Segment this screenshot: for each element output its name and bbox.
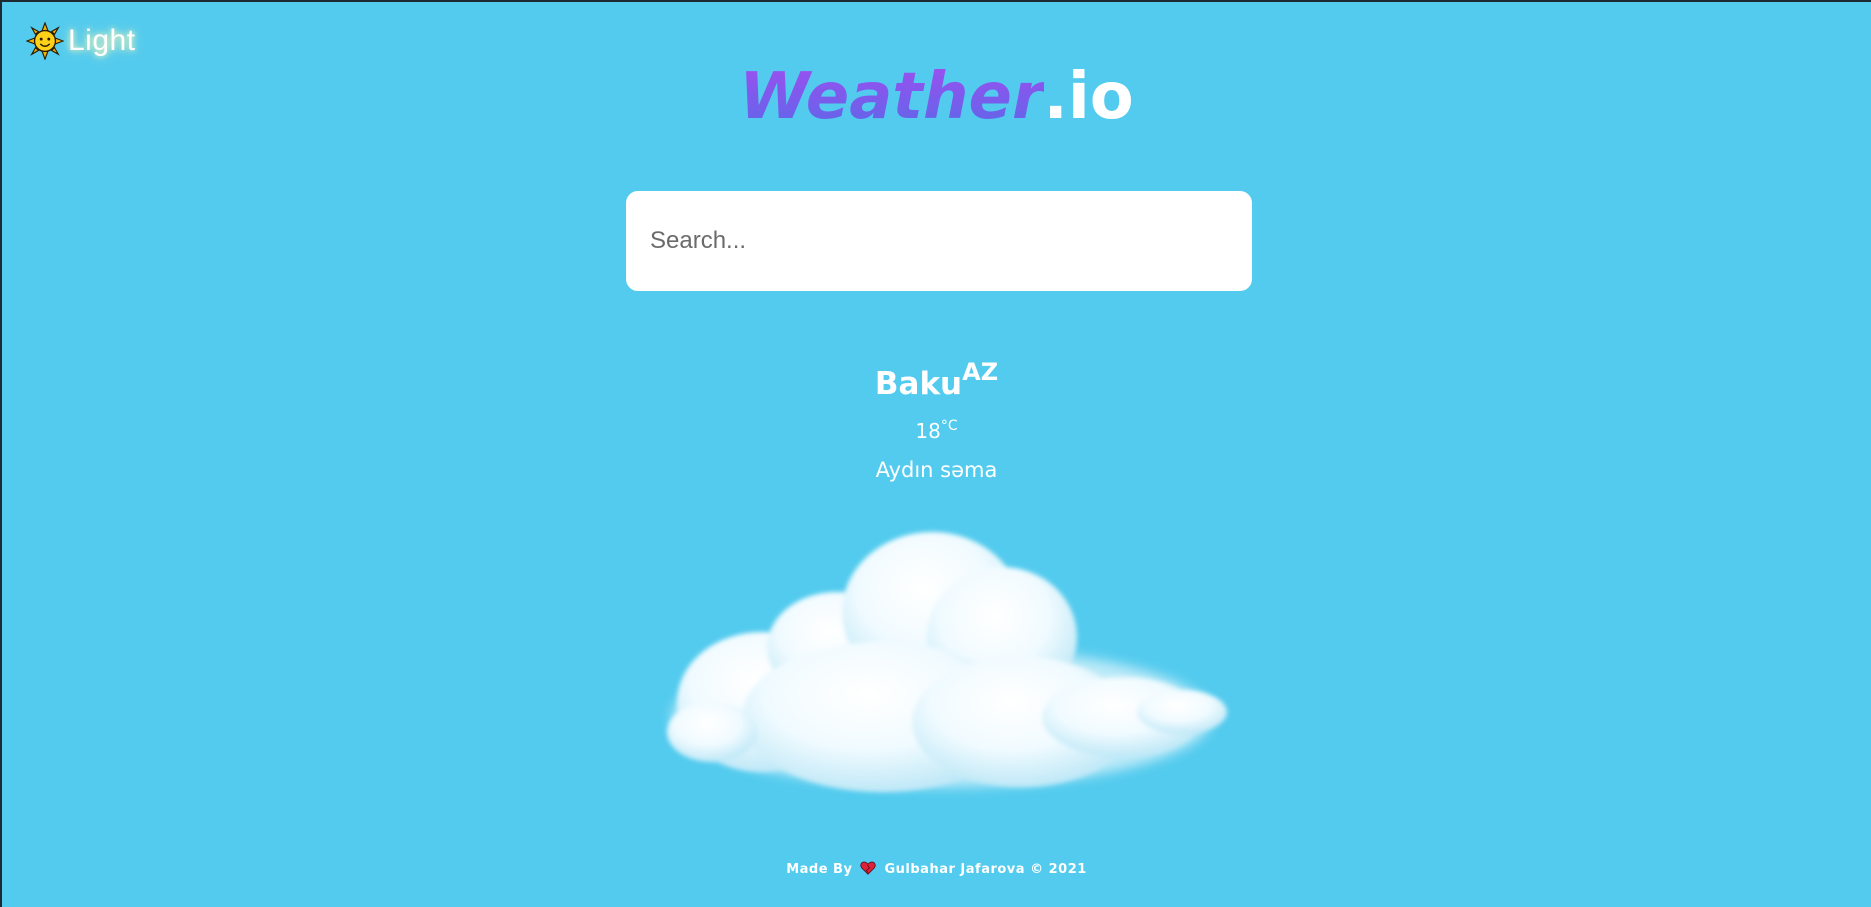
footer-author: Gulbahar Jafarova © 2021 [884,862,1087,877]
theme-toggle[interactable]: Light [26,22,136,60]
app-logo: Weather.io [2,57,1871,137]
weather-panel: BakuAZ 18°C Aydın səma [2,360,1871,484]
weather-description: Aydın səma [875,458,998,482]
logo-main-text: Weather [739,60,1044,134]
country-code: AZ [962,358,999,386]
search-input[interactable] [626,191,1252,291]
heart-icon [860,861,877,875]
footer-made-by: Made By [786,862,853,877]
logo-suffix-text: .io [1043,60,1134,134]
city-label: Baku [874,366,963,402]
temperature-value: 18 [915,419,941,443]
theme-label: Light [68,24,136,57]
temperature-unit: °C [940,418,958,434]
sun-icon [26,22,64,60]
cloud-icon [667,532,1227,792]
footer: Made By Gulbahar Jafarova © 2021 [2,861,1871,877]
city-name: BakuAZ [2,360,1871,404]
temperature: 18°C [2,418,1871,444]
